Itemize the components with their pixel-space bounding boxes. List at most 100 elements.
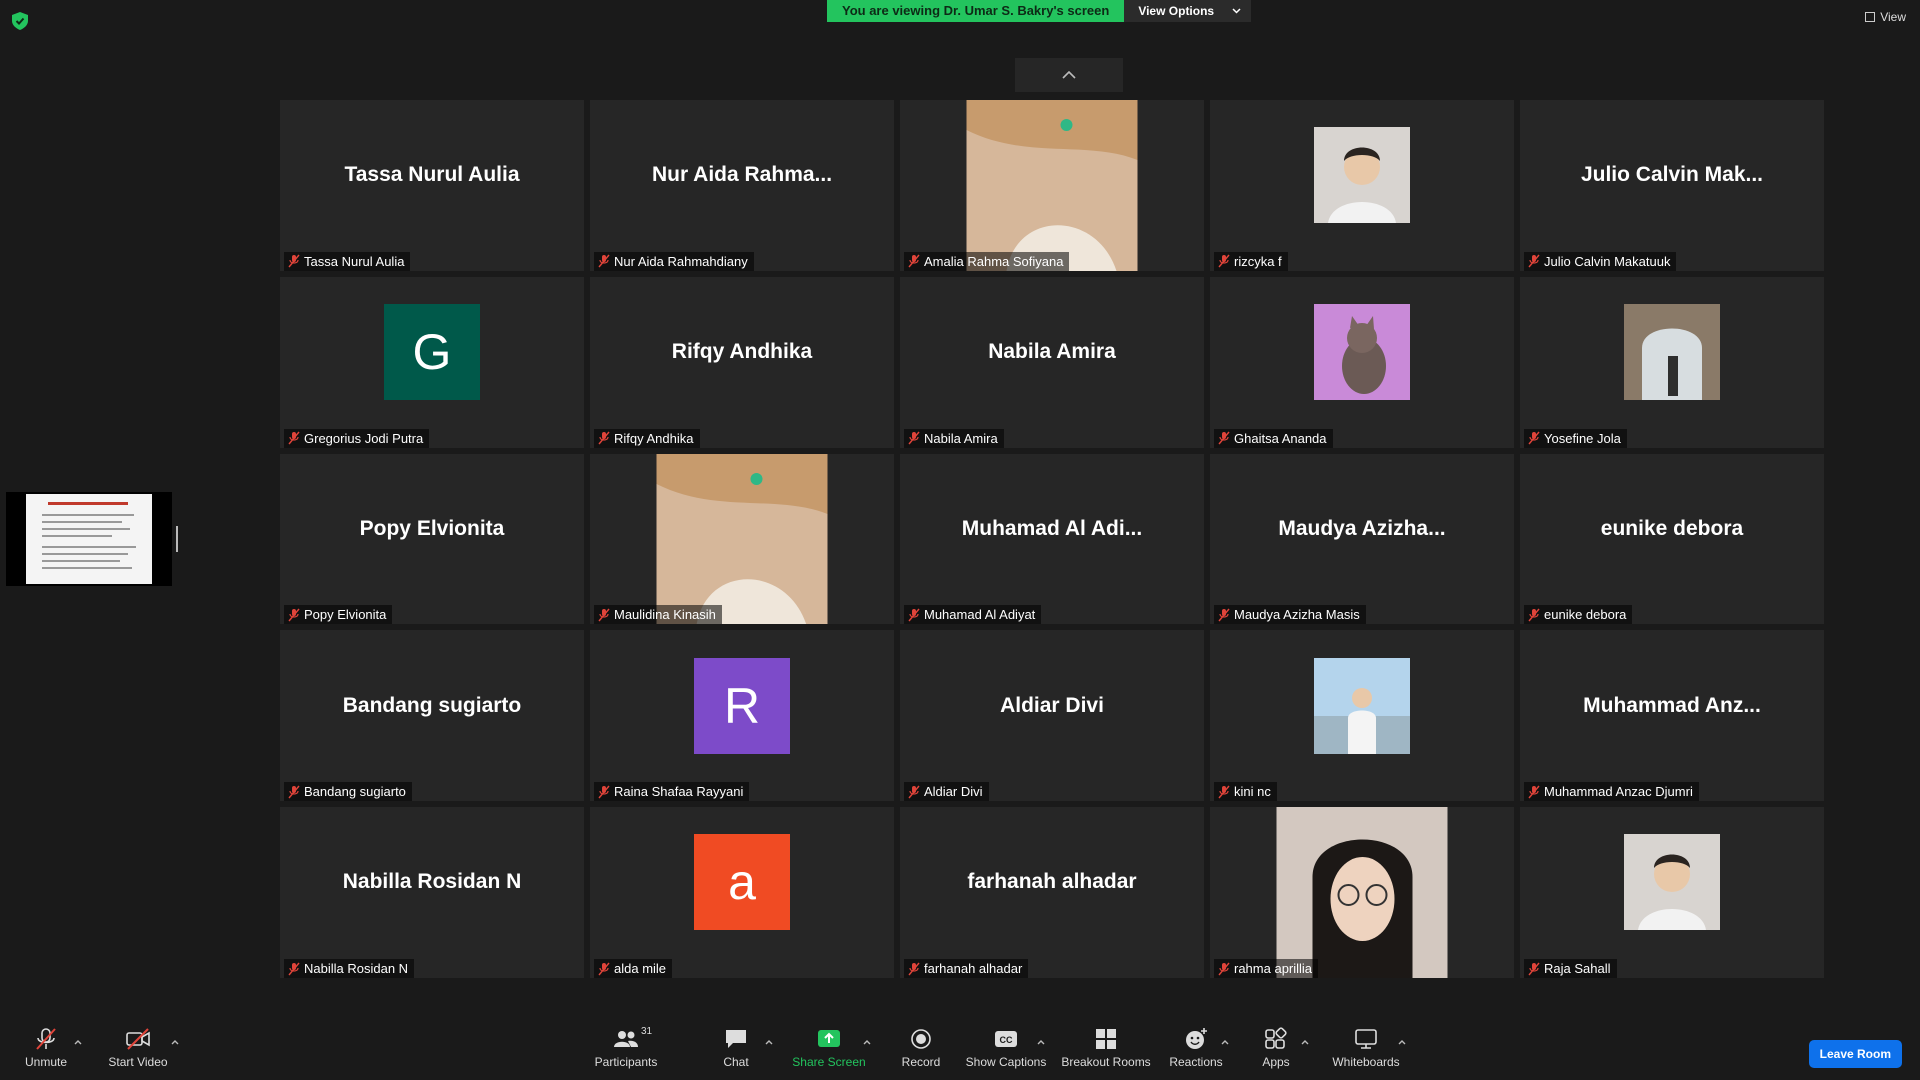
participant-name-tag: kini nc [1214,782,1277,802]
participant-name-tag: alda mile [594,959,673,978]
participant-tile[interactable]: R Raina Shafaa Rayyani [590,630,894,802]
participant-tile[interactable]: Nur Aida Rahma... Nur Aida Rahmahdiany [590,100,894,271]
participant-gallery: Tassa Nurul Aulia Tassa Nurul Aulia Nur Ai… [280,100,1824,978]
participant-tile[interactable]: Muhamad Al Adi... Muhamad Al Adiyat [900,453,1204,625]
participant-tile[interactable]: Rifqy Andhika Rifqy Andhika [590,276,894,448]
participant-tile[interactable]: Popy Elvionita Popy Elvionita [280,453,584,625]
profile-picture [1314,303,1410,400]
security-shield-icon[interactable] [12,12,28,30]
participant-display-name: Aldiar Divi [1000,693,1104,717]
record-icon [911,1029,931,1049]
participant-tile[interactable]: Nabila Amira Nabila Amira [900,276,1204,448]
whiteboard-icon [1355,1029,1377,1049]
participant-tile[interactable]: Raja Sahall [1520,807,1824,978]
participant-tile[interactable]: Maulidina Kinasih [590,453,894,625]
participant-name-tag: Amalia Rahma Sofiyana [904,251,1070,271]
show-captions-button[interactable]: CC Show Captions [966,1016,1046,1080]
breakout-rooms-label: Breakout Rooms [1061,1055,1151,1069]
view-options-button[interactable]: View Options [1124,0,1252,22]
unmute-button[interactable]: Unmute [22,1016,70,1080]
initial-avatar: R [694,657,790,754]
participant-name-tag: Muhamad Al Adiyat [904,605,1042,625]
participant-name: Bandang sugiarto [304,784,406,800]
participant-name-tag: Yosefine Jola [1524,428,1627,448]
participant-tile[interactable]: Aldiar Divi Aldiar Divi [900,630,1204,802]
participant-display-name: Nabilla Rosidan N [342,870,522,894]
initial-avatar: G [384,303,480,400]
start-video-button[interactable]: Start Video [106,1016,170,1080]
participant-tile[interactable]: Amalia Rahma Sofiyana [900,100,1204,271]
participant-name: Maudya Azizha Masis [1234,607,1360,623]
participant-display-name: Popy Elvionita [359,516,505,540]
share-screen-button[interactable]: Share Screen [790,1016,868,1080]
video-options-caret[interactable] [170,1038,180,1048]
participant-tile[interactable]: eunike debora eunike debora [1520,453,1824,625]
muted-mic-icon [908,608,920,622]
view-label: View [1880,10,1906,24]
participant-name: farhanah alhadar [924,961,1023,976]
participants-icon [614,1031,638,1047]
leave-room-button[interactable]: Leave Room [1808,1040,1902,1068]
captions-options-caret[interactable] [1036,1038,1046,1048]
breakout-rooms-button[interactable]: Breakout Rooms [1060,1016,1152,1080]
participant-tile[interactable]: farhanah alhadar farhanah alhadar [900,807,1204,978]
muted-mic-icon [598,254,610,268]
participant-name-tag: Popy Elvionita [284,605,393,625]
share-options-caret[interactable] [862,1038,872,1048]
participant-tile[interactable]: a alda mile [590,807,894,978]
shared-screen-thumbnail[interactable] [6,492,172,586]
chat-options-caret[interactable] [764,1038,774,1048]
share-screen-label: Share Screen [792,1055,866,1069]
participant-name: Tassa Nurul Aulia [304,253,405,269]
record-button[interactable]: Record [896,1016,946,1080]
whiteboards-options-caret[interactable] [1397,1038,1407,1048]
participant-tile[interactable]: Ghaitsa Ananda [1210,276,1514,448]
participant-name: Maulidina Kinasih [614,607,716,623]
whiteboards-button[interactable]: Whiteboards [1330,1016,1402,1080]
chat-icon [726,1030,746,1048]
participant-name: Yosefine Jola [1544,430,1621,446]
participant-name-tag: Aldiar Divi [904,782,989,802]
participant-tile[interactable]: Bandang sugiarto Bandang sugiarto [280,630,584,802]
participant-display-name: Muhammad Anz... [1583,693,1761,717]
collapse-gallery-button[interactable] [1015,58,1123,92]
participant-tile[interactable]: Maudya Azizha... Maudya Azizha Masis [1210,453,1514,625]
view-button[interactable]: View [1865,10,1906,24]
apps-options-caret[interactable] [1300,1038,1310,1048]
muted-mic-icon [1528,785,1540,799]
participant-name-tag: rahma aprillia [1214,959,1319,978]
reactions-options-caret[interactable] [1220,1038,1230,1048]
participant-tile[interactable]: Muhammad Anz... Muhammad Anzac Djumri [1520,630,1824,802]
chat-button[interactable]: Chat [716,1016,756,1080]
participant-name-tag: Raja Sahall [1524,959,1617,978]
participant-name: Nur Aida Rahmahdiany [614,253,748,269]
muted-mic-icon [598,608,610,622]
muted-mic-icon [288,608,300,622]
panel-resize-handle[interactable] [176,526,178,552]
participant-tile[interactable]: Tassa Nurul Aulia Tassa Nurul Aulia [280,100,584,271]
chevron-down-icon [1232,8,1241,14]
muted-mic-icon [36,1028,56,1050]
participant-tile[interactable]: rizcyka f [1210,100,1514,271]
participant-tile[interactable]: kini nc [1210,630,1514,802]
participant-name-tag: Julio Calvin Makatuuk [1524,251,1677,271]
show-captions-label: Show Captions [965,1055,1047,1069]
participant-name-tag: Nur Aida Rahmahdiany [594,251,754,271]
participant-name-tag: eunike debora [1524,605,1633,625]
participant-tile[interactable]: Yosefine Jola [1520,276,1824,448]
profile-picture [1314,127,1410,224]
reactions-label: Reactions [1169,1055,1223,1069]
chevron-up-icon [1062,71,1076,79]
participant-tile[interactable]: rahma aprillia [1210,807,1514,978]
audio-options-caret[interactable] [73,1038,83,1048]
participant-tile[interactable]: G Gregorius Jodi Putra [280,276,584,448]
participant-tile[interactable]: Nabilla Rosidan N Nabilla Rosidan N [280,807,584,978]
share-screen-icon [818,1030,840,1047]
apps-button[interactable]: Apps [1256,1016,1296,1080]
participant-tile[interactable]: Julio Calvin Mak... Julio Calvin Makatuuk [1520,100,1824,271]
screen-share-banner: You are viewing Dr. Umar S. Bakry's scre… [827,0,1252,22]
video-feed [1276,807,1448,978]
participant-name: Amalia Rahma Sofiyana [924,253,1064,269]
reactions-button[interactable]: Reactions [1169,1016,1223,1080]
participant-name: Popy Elvionita [304,607,387,623]
